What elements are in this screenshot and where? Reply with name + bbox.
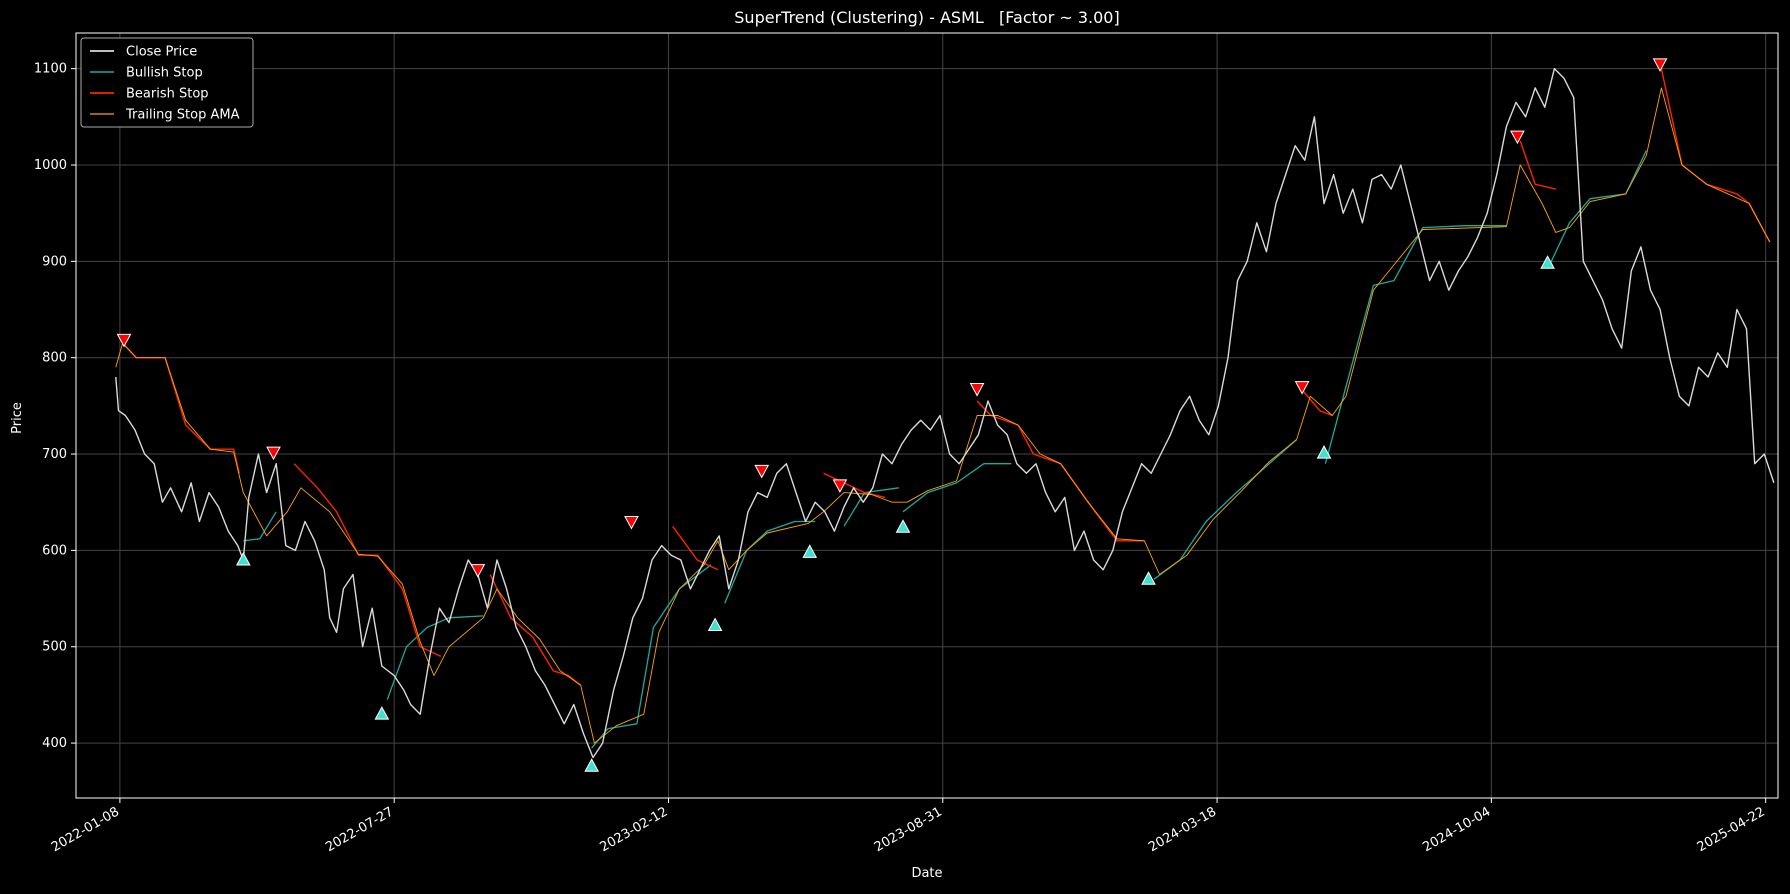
y-tick-label: 1000 [34,158,67,173]
y-tick-label: 800 [42,351,67,366]
y-tick-label: 400 [42,736,67,751]
legend-label-bearish-stop: Bearish Stop [126,87,209,102]
chart-container: 400 500 600 700 800 900 1000 1100 2022-01-08 2022… [0,0,1790,890]
legend-label-close-price: Close Price [126,45,197,60]
y-tick-label: 500 [42,640,67,655]
legend-label-trailing-stop-ama: Trailing Stop AMA [125,108,240,123]
legend: Close Price Bullish Stop Bearish Stop Trail… [80,37,254,128]
x-axis-label: Date [911,866,942,881]
legend-label-bullish-stop: Bullish Stop [126,66,203,81]
supertrend-chart: 400500600700800900100011002022-01-08 2022… [0,0,1790,890]
y-tick-label: 900 [42,254,67,269]
y-tick-label: 700 [42,447,67,462]
chart-title: SuperTrend (Clustering) - ASML [Factor ~… [734,8,1119,27]
y-axis-label: Price [10,402,25,434]
y-tick-label: 1100 [34,62,67,77]
y-tick-label: 600 [42,543,67,558]
